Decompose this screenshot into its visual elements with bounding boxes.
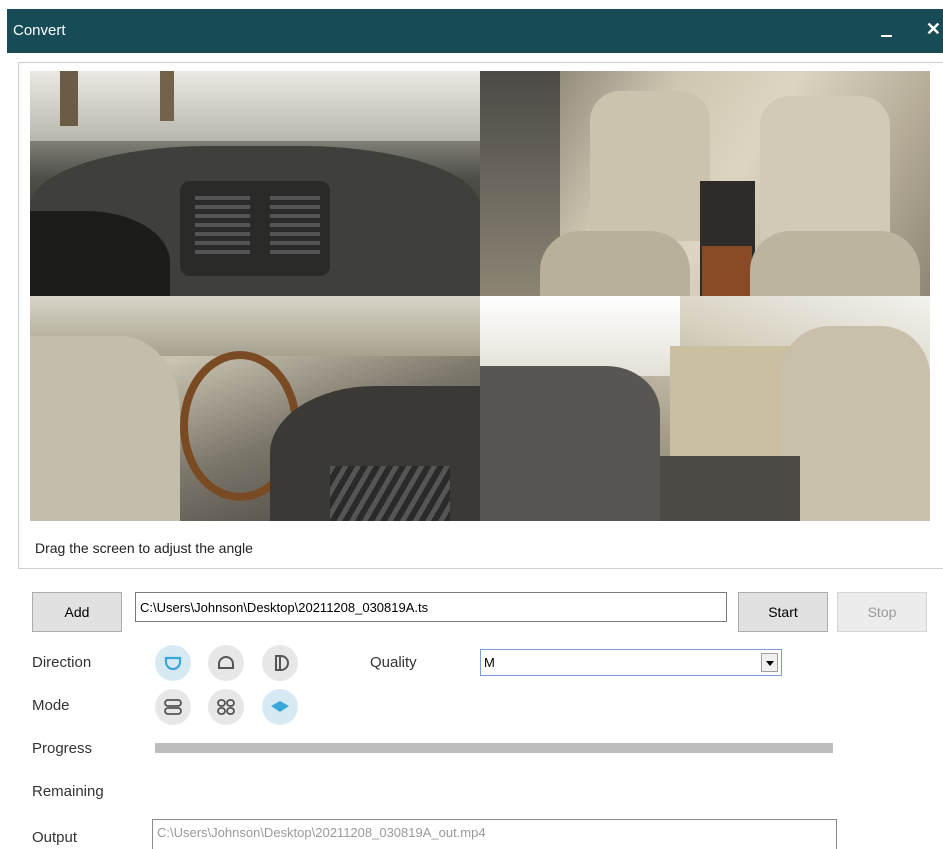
panorama-preview[interactable] <box>30 71 930 521</box>
progress-bar <box>155 743 833 753</box>
stop-button[interactable]: Stop <box>837 592 927 632</box>
preview-view-rear <box>480 71 930 296</box>
direction-label: Direction <box>32 654 92 671</box>
progress-label: Progress <box>32 740 93 757</box>
input-path-field[interactable]: C:\Users\Johnson\Desktop\20211208_030819… <box>135 592 727 622</box>
direction-top-icon[interactable] <box>208 645 244 681</box>
window-title: Convert <box>13 22 66 39</box>
preview-view-front <box>30 71 480 296</box>
drag-hint: Drag the screen to adjust the angle <box>35 540 253 556</box>
mode-label: Mode <box>32 697 70 714</box>
mode-quad-split-icon[interactable] <box>208 689 244 725</box>
preview-panel: Drag the screen to adjust the angle <box>18 62 943 569</box>
preview-view-right <box>480 296 930 521</box>
add-button[interactable]: Add <box>32 592 122 632</box>
direction-side-icon[interactable] <box>262 645 298 681</box>
output-label: Output <box>32 829 78 846</box>
mode-flat-icon[interactable] <box>262 689 298 725</box>
start-button[interactable]: Start <box>738 592 828 632</box>
direction-bottom-icon[interactable] <box>155 645 191 681</box>
remaining-label: Remaining <box>32 783 104 800</box>
mode-dual-split-icon[interactable] <box>155 689 191 725</box>
quality-value: M <box>484 655 495 670</box>
quality-label: Quality <box>370 654 417 671</box>
chevron-down-icon[interactable] <box>761 653 778 672</box>
title-bar: Convert ✕ <box>7 9 943 53</box>
preview-view-left <box>30 296 480 521</box>
minimize-icon[interactable] <box>878 19 898 43</box>
close-icon[interactable]: ✕ <box>926 17 941 41</box>
progress-fill <box>155 743 833 753</box>
quality-select[interactable]: M <box>480 649 782 676</box>
